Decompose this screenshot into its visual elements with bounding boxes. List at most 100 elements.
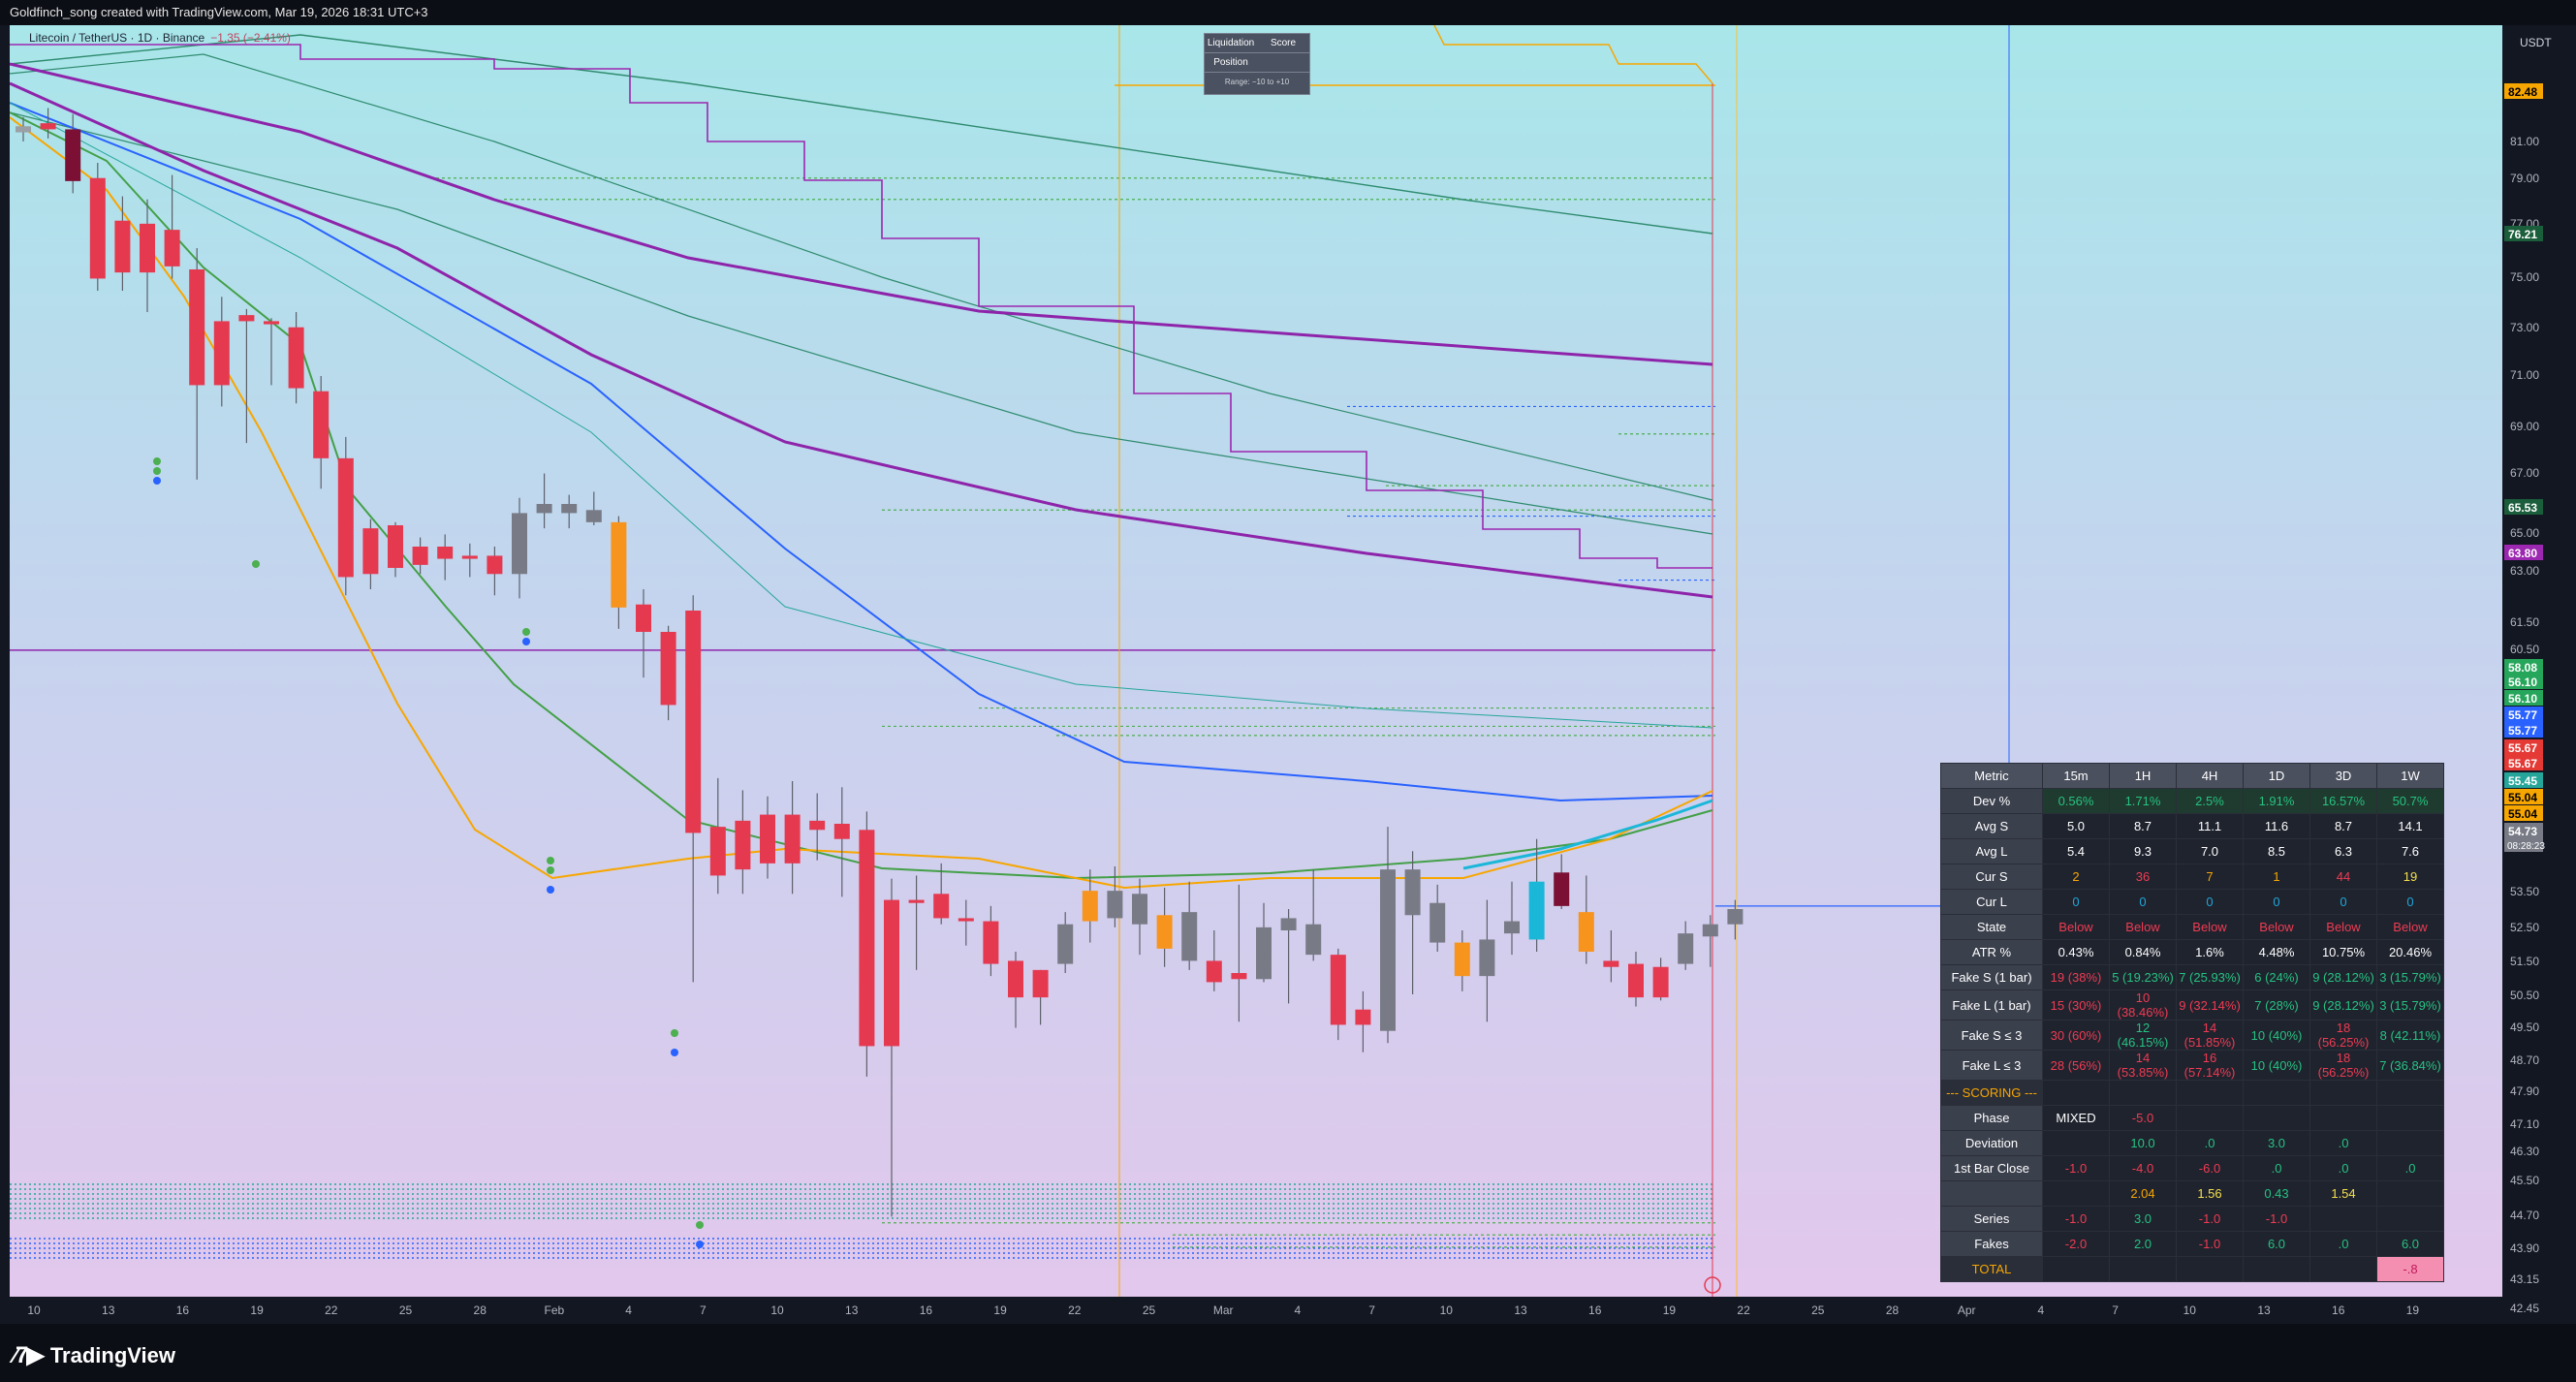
metrics-row: 2.04 1.56 0.43 1.54 — [1940, 1180, 2444, 1207]
scoring-label: --- SCORING --- — [1940, 1080, 2043, 1106]
metric-cell: -1.0 — [2042, 1206, 2110, 1232]
candle-body — [933, 894, 950, 919]
metric-cell: 2 — [2042, 864, 2110, 890]
tradingview-logo[interactable]: ⁄7▶ TradingView — [14, 1341, 175, 1369]
metric-cell: 5 (19.23%) — [2109, 964, 2177, 990]
metrics-row: Avg S 5.0 8.7 11.1 11.6 8.7 14.1 — [1940, 813, 2444, 839]
symbol-legend[interactable]: Litecoin / TetherUS · 1D · Binance −1.35 … — [29, 31, 291, 45]
price-tick-label: 47.10 — [2510, 1117, 2539, 1131]
candle-body — [114, 220, 131, 273]
price-tick-label: 45.50 — [2510, 1174, 2539, 1187]
countdown-badge — [2504, 838, 2543, 852]
candle-body — [512, 513, 527, 575]
candle-body — [1082, 891, 1098, 922]
price-badge-label: 55.45 — [2508, 774, 2537, 788]
candle-body — [536, 504, 552, 514]
candle-body — [40, 123, 56, 130]
metric-cell: 2.0 — [2109, 1231, 2177, 1257]
liquidation-score-panel: Liquidation Score Position Range: −10 to … — [1204, 33, 1310, 95]
metrics-row: Series -1.0 3.0 -1.0 -1.0 — [1940, 1206, 2444, 1232]
metric-cell: -2.0 — [2042, 1231, 2110, 1257]
candle-body — [1528, 881, 1545, 940]
metric-cell: 10 (40%) — [2243, 1050, 2310, 1081]
candle-body — [238, 315, 255, 322]
metrics-row: Avg L 5.4 9.3 7.0 8.5 6.3 7.6 — [1940, 838, 2444, 864]
metric-cell: 1.56 — [2176, 1180, 2244, 1207]
price-change: −1.35 (−2.41%) — [210, 31, 291, 45]
candle-body — [1454, 942, 1470, 977]
scoring-separator: --- SCORING --- — [1940, 1080, 2444, 1106]
candle-body — [1554, 872, 1570, 906]
metrics-row: 1st Bar Close -1.0 -4.0 -6.0.0.0.0 — [1940, 1155, 2444, 1181]
mini-row2: Position — [1213, 57, 1248, 68]
candle-body — [983, 921, 999, 964]
candle-body — [1305, 924, 1322, 956]
metric-cell: 1W — [2376, 763, 2444, 789]
candle-body — [1231, 973, 1247, 980]
price-tick-label: 77.00 — [2510, 217, 2539, 231]
candle-body — [1132, 894, 1147, 925]
metric-cell: 14.1 — [2376, 813, 2444, 839]
price-tick-label: 61.50 — [2510, 615, 2539, 629]
metric-cell: 6.0 — [2376, 1231, 2444, 1257]
candle-body — [585, 510, 602, 522]
metric-cell: 18 (56.25%) — [2309, 1050, 2377, 1081]
metrics-row: Cur L000000 — [1940, 889, 2444, 915]
price-badge-label: 55.77 — [2508, 708, 2537, 722]
metric-cell — [2376, 1180, 2444, 1207]
signal-dot — [252, 560, 260, 568]
metric-cell: 6.3 — [2309, 838, 2377, 864]
metric-cell: Below — [2042, 914, 2110, 940]
metric-cell: 12 (46.15%) — [2109, 1020, 2177, 1051]
symbol-name[interactable]: Litecoin / TetherUS · 1D · Binance — [29, 31, 204, 45]
candle-body — [412, 547, 428, 565]
price-tick-label: 47.90 — [2510, 1084, 2539, 1098]
metric-cell: 0 — [2309, 889, 2377, 915]
price-badge — [2504, 789, 2543, 804]
candle-body — [164, 230, 180, 267]
signal-dot — [547, 886, 554, 894]
attribution-text: Goldfinch_song created with TradingView.… — [10, 5, 428, 19]
metric-cell: .0 — [2176, 1130, 2244, 1156]
price-badge-label: 55.04 — [2508, 807, 2537, 821]
price-tick-label: 75.00 — [2510, 270, 2539, 284]
metric-cell: 8.7 — [2109, 813, 2177, 839]
metric-cell: Below — [2376, 914, 2444, 940]
tradingview-logo-text: TradingView — [49, 1342, 175, 1367]
metric-cell: 11.6 — [2243, 813, 2310, 839]
candle-body — [461, 555, 478, 559]
price-badge-label: 55.67 — [2508, 757, 2537, 770]
metrics-table: Metric 15m 1H 4H 1D 3D 1W Dev % 0.56% 1.71% 2.5% 1.… — [1940, 763, 2444, 1282]
signal-dot — [153, 467, 161, 475]
total-value: -.8 — [2376, 1256, 2444, 1282]
metric-cell: 3.0 — [2243, 1130, 2310, 1156]
metric-cell: 4.48% — [2243, 939, 2310, 965]
candle-body — [611, 521, 627, 608]
price-tick-label: 43.90 — [2510, 1241, 2539, 1255]
mini-col2: Score — [1270, 38, 1297, 48]
candle-body — [1256, 927, 1272, 980]
metric-cell: 0.43 — [2243, 1180, 2310, 1207]
metric-cell: 1H — [2109, 763, 2177, 789]
price-axis-background — [2502, 25, 2576, 1324]
candle-body — [660, 632, 676, 706]
candle-body — [1330, 955, 1346, 1025]
candle-body — [1578, 912, 1594, 952]
metric-cell: -1.0 — [2176, 1206, 2244, 1232]
metric-cell: 10.75% — [2309, 939, 2377, 965]
metric-cell: 8.7 — [2309, 813, 2377, 839]
metric-cell: .0 — [2309, 1231, 2377, 1257]
signal-dot — [671, 1029, 678, 1037]
metric-cell: 0 — [2109, 889, 2177, 915]
price-badge — [2504, 83, 2543, 99]
signal-dot — [522, 638, 530, 645]
price-badge-label: 56.10 — [2508, 675, 2537, 689]
metric-cell: 30 (60%) — [2042, 1020, 2110, 1051]
metric-cell — [2309, 1105, 2377, 1131]
metric-cell: 1.91% — [2243, 788, 2310, 814]
metrics-row: Metric 15m 1H 4H 1D 3D 1W — [1940, 763, 2444, 789]
price-badge — [2504, 674, 2543, 689]
signal-dot — [696, 1241, 704, 1248]
price-tick-label: 65.00 — [2510, 526, 2539, 540]
candle-body — [1206, 960, 1222, 983]
